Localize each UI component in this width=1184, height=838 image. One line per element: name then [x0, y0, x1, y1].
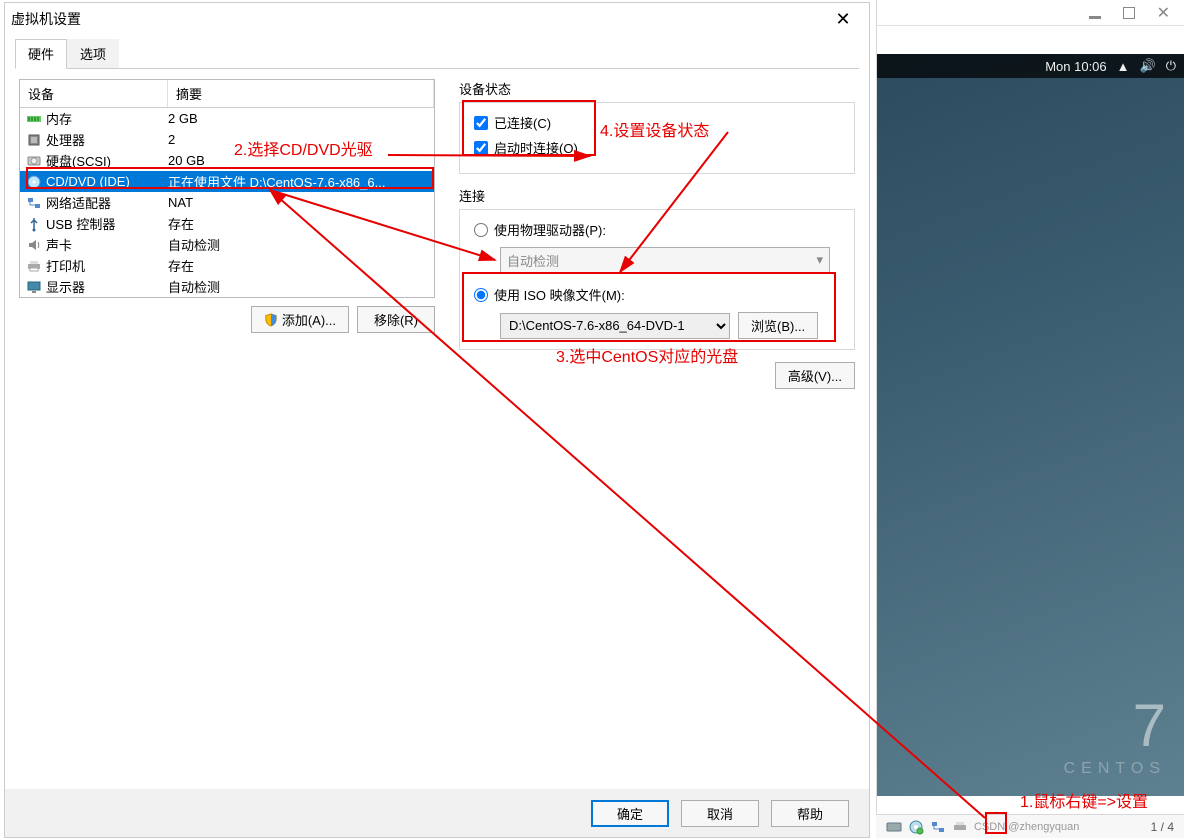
col-header-summary[interactable]: 摘要 — [168, 80, 434, 107]
net-status-icon[interactable] — [930, 819, 946, 835]
volume-icon: 🔊 — [1140, 58, 1156, 74]
device-name: 声卡 — [46, 235, 168, 254]
device-summary: 2 — [168, 132, 434, 147]
ok-button[interactable]: 确定 — [591, 800, 669, 827]
dialog-footer: 确定 取消 帮助 — [5, 789, 869, 837]
disk-icon — [26, 153, 42, 169]
help-button[interactable]: 帮助 — [771, 800, 849, 827]
cd-status-icon[interactable] — [908, 819, 924, 835]
close-icon[interactable]: ✕ — [823, 5, 863, 33]
device-summary: 2 GB — [168, 111, 434, 126]
chevron-down-icon: ▾ — [816, 252, 823, 268]
use-iso-radio-row[interactable]: 使用 ISO 映像文件(M): — [474, 285, 840, 304]
maximize-icon[interactable] — [1123, 7, 1135, 19]
vm-settings-dialog: 虚拟机设置 ✕ 硬件 选项 设备 摘要 内存2 GB处理器2硬盘(SCSI)20… — [4, 2, 870, 838]
device-row[interactable]: 处理器2 — [20, 129, 434, 150]
device-row[interactable]: 打印机存在 — [20, 255, 434, 276]
guest-topbar: Mon 10:06 ▲ 🔊 ⏻ — [877, 54, 1184, 78]
device-row[interactable]: 内存2 GB — [20, 108, 434, 129]
device-row[interactable]: USB 控制器存在 — [20, 213, 434, 234]
device-summary: 存在 — [168, 214, 434, 233]
add-button[interactable]: 添加(A)... — [251, 306, 349, 333]
display-icon — [26, 279, 42, 295]
connect-startup-checkbox[interactable] — [474, 141, 488, 155]
cd-icon — [26, 174, 42, 190]
connection-title: 连接 — [459, 186, 855, 205]
device-state-title: 设备状态 — [459, 79, 855, 98]
tab-strip: 硬件 选项 — [15, 39, 859, 69]
device-summary: 自动检测 — [168, 277, 434, 296]
guest-preview-panel: ✕ Mon 10:06 ▲ 🔊 ⏻ 7 CENTOS — [876, 0, 1184, 838]
physical-drive-dropdown: 自动检测 ▾ — [500, 247, 830, 273]
connection-group: 使用物理驱动器(P): 自动检测 ▾ 使用 ISO 映像文件(M): D:\Ce… — [459, 209, 855, 350]
minimize-icon[interactable] — [1089, 7, 1101, 19]
device-state-group: 已连接(C) 启动时连接(O) — [459, 102, 855, 174]
device-row[interactable]: 显示器自动检测 — [20, 276, 434, 297]
printer-icon — [26, 258, 42, 274]
device-name: 硬盘(SCSI) — [46, 151, 168, 170]
device-list: 设备 摘要 内存2 GB处理器2硬盘(SCSI)20 GBCD/DVD (IDE… — [19, 79, 435, 298]
pager: 1 / 4 — [1151, 820, 1174, 834]
network-icon: ▲ — [1117, 59, 1130, 74]
titlebar: 虚拟机设置 ✕ — [5, 3, 869, 35]
device-summary: NAT — [168, 195, 434, 210]
power-icon: ⏻ — [1166, 58, 1176, 74]
vmware-statusbar: CSDN @zhengyquan 1 / 4 — [876, 814, 1184, 838]
disk-status-icon[interactable] — [886, 819, 902, 835]
device-summary: 20 GB — [168, 153, 434, 168]
browse-button[interactable]: 浏览(B)... — [738, 312, 818, 339]
guest-clock: Mon 10:06 — [1045, 59, 1106, 74]
watermark: CSDN @zhengyquan — [974, 821, 1079, 833]
use-iso-radio[interactable] — [474, 288, 488, 302]
remove-button[interactable]: 移除(R) — [357, 306, 435, 333]
shield-icon — [264, 313, 278, 327]
tab-hardware[interactable]: 硬件 — [15, 39, 67, 69]
dialog-title: 虚拟机设置 — [11, 9, 81, 29]
device-summary: 存在 — [168, 256, 434, 275]
cancel-button[interactable]: 取消 — [681, 800, 759, 827]
cpu-icon — [26, 132, 42, 148]
col-header-device[interactable]: 设备 — [20, 80, 168, 107]
device-summary: 正在使用文件 D:\CentOS-7.6-x86_6... — [168, 172, 434, 191]
nic-icon — [26, 195, 42, 211]
centos-logo: 7 CENTOS — [1064, 691, 1166, 778]
device-name: 处理器 — [46, 130, 168, 149]
use-physical-radio-row[interactable]: 使用物理驱动器(P): — [474, 220, 840, 239]
use-physical-radio[interactable] — [474, 223, 488, 237]
connect-startup-checkbox-row[interactable]: 启动时连接(O) — [474, 138, 840, 157]
device-detail-panel: 设备状态 已连接(C) 启动时连接(O) 连接 使用 — [435, 79, 855, 779]
tab-options[interactable]: 选项 — [67, 39, 119, 68]
advanced-button[interactable]: 高级(V)... — [775, 362, 855, 389]
usb-icon — [26, 216, 42, 232]
guest-window-controls: ✕ — [877, 0, 1184, 26]
device-summary: 自动检测 — [168, 235, 434, 254]
sound-icon — [26, 237, 42, 253]
device-name: CD/DVD (IDE) — [46, 174, 168, 189]
memory-icon — [26, 111, 42, 127]
iso-path-select[interactable]: D:\CentOS-7.6-x86_64-DVD-1 — [500, 313, 730, 339]
device-name: 打印机 — [46, 256, 168, 275]
device-row[interactable]: 声卡自动检测 — [20, 234, 434, 255]
device-name: 显示器 — [46, 277, 168, 296]
device-name: USB 控制器 — [46, 214, 168, 233]
device-row[interactable]: CD/DVD (IDE)正在使用文件 D:\CentOS-7.6-x86_6..… — [20, 171, 434, 192]
connected-checkbox[interactable] — [474, 116, 488, 130]
connected-checkbox-row[interactable]: 已连接(C) — [474, 113, 840, 132]
device-row[interactable]: 网络适配器NAT — [20, 192, 434, 213]
device-name: 网络适配器 — [46, 193, 168, 212]
guest-desktop[interactable]: Mon 10:06 ▲ 🔊 ⏻ 7 CENTOS — [877, 54, 1184, 796]
device-row[interactable]: 硬盘(SCSI)20 GB — [20, 150, 434, 171]
device-name: 内存 — [46, 109, 168, 128]
printer-status-icon[interactable] — [952, 819, 968, 835]
close-icon[interactable]: ✕ — [1157, 3, 1170, 23]
